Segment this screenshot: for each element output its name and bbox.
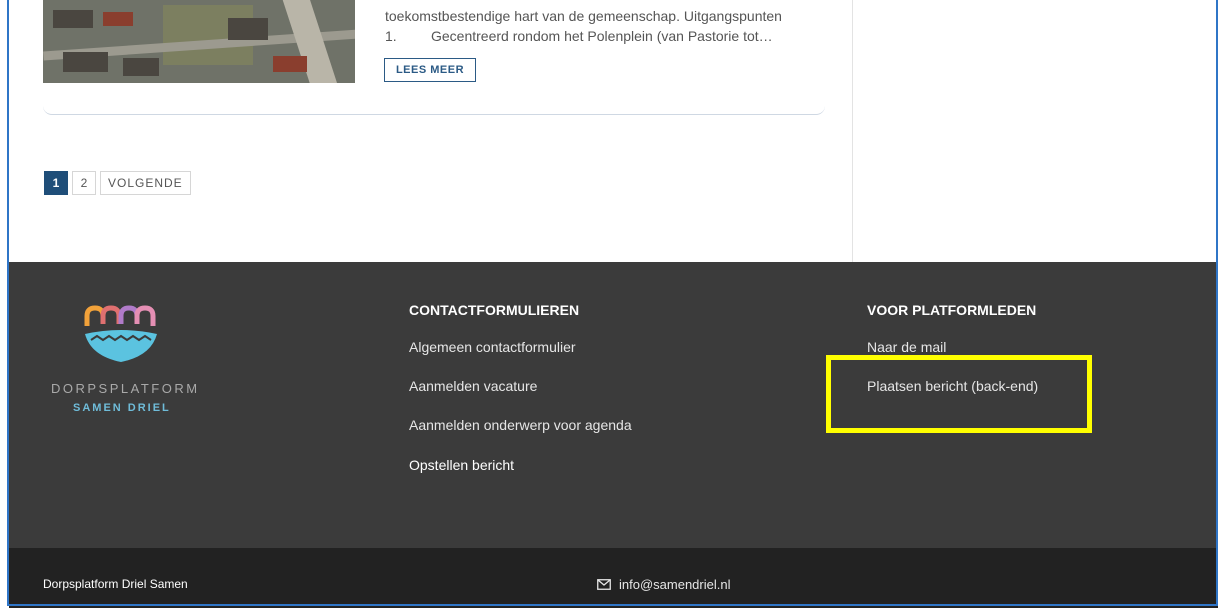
page-2-button[interactable]: 2 (72, 171, 96, 195)
pagination: 1 2 VOLGENDE (44, 171, 191, 195)
link-compose-message[interactable]: Opstellen bericht (409, 457, 514, 473)
email-link[interactable]: info@samendriel.nl (619, 577, 730, 592)
link-general-contact[interactable]: Algemeen contactformulier (409, 339, 576, 355)
members-column: VOOR PLATFORMLEDEN Naar de mail Plaatsen… (867, 302, 1038, 394)
link-to-mail[interactable]: Naar de mail (867, 339, 946, 355)
contact-forms-column: CONTACTFORMULIEREN Algemeen contactformu… (409, 302, 632, 473)
next-page-button[interactable]: VOLGENDE (100, 171, 191, 195)
envelope-icon (597, 579, 611, 590)
article-excerpt: toekomstbestendige hart van de gemeensch… (385, 6, 825, 46)
members-heading: VOOR PLATFORMLEDEN (867, 302, 1037, 318)
contact-email[interactable]: info@samendriel.nl (597, 577, 730, 592)
logo-subtitle: SAMEN DRIEL (73, 402, 171, 414)
copyright-text: Dorpsplatform Driel Samen (43, 577, 188, 591)
excerpt-number: 1. (385, 28, 397, 44)
logo-title: DORPSPLATFORM (51, 381, 200, 396)
site-logo[interactable] (49, 302, 249, 364)
article-thumbnail[interactable] (43, 0, 355, 83)
sidebar-divider (852, 0, 853, 262)
link-register-vacancy[interactable]: Aanmelden vacature (409, 378, 537, 394)
page-1-button[interactable]: 1 (44, 171, 68, 195)
contact-forms-heading: CONTACTFORMULIEREN (409, 302, 580, 318)
excerpt-line-2: Gecentreerd rondom het Polenplein (van P… (431, 28, 773, 44)
logo-icon (84, 305, 157, 362)
read-more-button[interactable]: LEES MEER (384, 58, 476, 82)
bottom-bar: Dorpsplatform Driel Samen info@samendrie… (9, 548, 1218, 608)
link-agenda-topic[interactable]: Aanmelden onderwerp voor agenda (409, 417, 632, 433)
highlight-box (826, 355, 1092, 433)
article-card-edge (43, 106, 825, 115)
excerpt-line-1: toekomstbestendige hart van de gemeensch… (385, 8, 782, 24)
